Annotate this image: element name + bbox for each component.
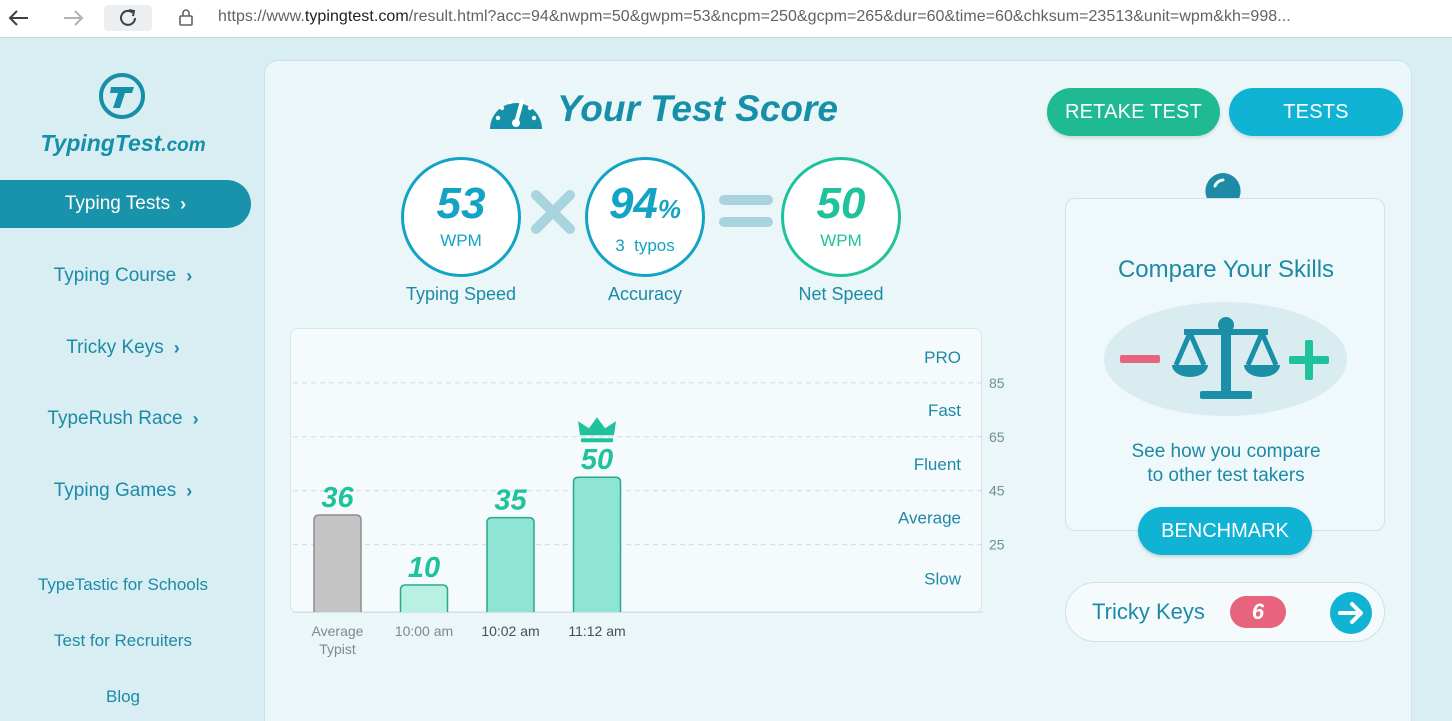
accuracy-label: Accuracy: [607, 284, 683, 304]
tricky-keys-card[interactable]: Tricky Keys 6: [1065, 582, 1385, 642]
x-tick-label: Average: [312, 623, 364, 639]
url-host: typingtest.com: [304, 8, 409, 25]
accuracy-circle: 94% 3 typos: [585, 157, 705, 277]
chart-bar: [313, 514, 362, 612]
compare-skills-card: Compare Your Skills See how you compare …: [1065, 198, 1385, 531]
y-tick-label: 25: [989, 537, 1005, 553]
compare-title: Compare Your Skills: [1117, 256, 1335, 283]
typing-speed-label: Typing Speed: [405, 284, 517, 304]
browser-toolbar: https://www.typingtest.com/result.html?a…: [0, 0, 1452, 38]
sidebar-item-label: TypeRush Race: [47, 408, 183, 429]
results-card: Your Test Score RETAKE TEST TESTS 53 WPM…: [264, 60, 1412, 721]
net-speed-label: Net Speed: [798, 284, 884, 304]
back-button[interactable]: [4, 5, 34, 31]
link-typetastic-schools[interactable]: TypeTastic for Schools: [0, 575, 246, 595]
sidebar-item-tricky-keys[interactable]: Tricky Keys ›: [0, 324, 246, 372]
typo-count: 3 typos: [615, 236, 675, 255]
sidebar-item-label: Typing Tests: [64, 193, 171, 214]
arrow-right-icon[interactable]: [1329, 591, 1373, 635]
link-blog[interactable]: Blog: [0, 687, 246, 707]
retake-test-button[interactable]: RETAKE TEST: [1047, 88, 1220, 136]
net-speed-unit: WPM: [820, 231, 862, 250]
level-label: Slow: [924, 569, 962, 588]
x-tick-label: 10:02 am: [481, 623, 539, 639]
level-label: Average: [898, 509, 961, 528]
bar-value-label: 50: [581, 444, 613, 476]
typing-speed-value: 53: [436, 179, 486, 228]
reload-icon: [120, 9, 136, 26]
chevron-right-icon: ›: [186, 265, 193, 286]
typing-speed-unit: WPM: [440, 231, 482, 250]
compare-description: See how you compare to other test takers: [1131, 441, 1321, 486]
url-text[interactable]: https://www.typingtest.com/result.html?a…: [218, 8, 1438, 26]
times-icon: [531, 190, 575, 234]
y-tick-label: 85: [989, 375, 1005, 391]
y-tick-label: 65: [989, 429, 1005, 445]
url-rest: /result.html?acc=94&nwpm=50&gwpm=53&ncpm…: [408, 8, 1291, 25]
tricky-keys-label: Tricky Keys: [1092, 599, 1205, 624]
bar-value-label: 35: [494, 485, 527, 517]
sidebar-item-typing-course[interactable]: Typing Course ›: [0, 252, 246, 300]
gauge-icon: [490, 99, 542, 129]
sidebar-item-label: Tricky Keys: [66, 337, 164, 358]
net-speed-value: 50: [816, 179, 866, 228]
speed-history-chart: 25 45 65 85 PRO Fast Fluent Average Slow 36 Averag…: [290, 328, 1005, 657]
tricky-keys-count-badge: 6: [1230, 596, 1286, 628]
x-tick-label: 10:00 am: [395, 623, 453, 639]
level-label: Fluent: [914, 455, 962, 474]
url-prefix: https://www.: [218, 8, 305, 25]
forward-arrow-icon: [64, 10, 84, 26]
scale-icon: [1172, 317, 1280, 399]
logo-icon[interactable]: [98, 72, 146, 120]
equals-icon: [719, 195, 773, 227]
sidebar-item-typing-games[interactable]: Typing Games ›: [0, 467, 246, 515]
crown-icon: [578, 417, 616, 436]
sidebar-item-label: Typing Games: [53, 480, 177, 501]
page-title-text: Your Test Score: [557, 88, 839, 129]
chevron-right-icon: ›: [180, 193, 187, 214]
chart-bar: [572, 476, 622, 612]
level-label: Fast: [928, 401, 961, 420]
lock-icon: [176, 7, 196, 27]
benchmark-button[interactable]: BENCHMARK: [1138, 507, 1312, 555]
back-arrow-icon: [8, 10, 28, 26]
forward-button[interactable]: [58, 5, 88, 31]
reload-button[interactable]: [104, 5, 152, 31]
bar-value-label: 10: [408, 552, 440, 584]
crown-icon-base: [581, 438, 613, 443]
net-speed-circle: 50 WPM: [781, 157, 901, 277]
typing-speed-circle: 53 WPM: [401, 157, 521, 277]
tests-button[interactable]: TESTS: [1229, 88, 1403, 136]
chevron-right-icon: ›: [173, 337, 180, 358]
chevron-right-icon: ›: [192, 408, 199, 429]
plus-icon: [1289, 340, 1329, 380]
address-bar[interactable]: https://www.typingtest.com/result.html?a…: [162, 2, 1452, 32]
chart-bar: [486, 516, 535, 612]
sidebar-item-label: Typing Course: [53, 265, 177, 286]
accuracy-value: 94%: [608, 179, 682, 228]
page-title: Your Test Score: [487, 85, 838, 133]
chart-svg: 25 45 65 85 PRO Fast Fluent Average Slow 36 Averag…: [293, 348, 1005, 657]
x-tick-label: Typist: [319, 641, 356, 657]
level-label: PRO: [924, 348, 961, 367]
minus-icon: [1120, 355, 1160, 363]
chart-bar: [399, 584, 449, 612]
link-test-recruiters[interactable]: Test for Recruiters: [0, 631, 246, 651]
x-tick-label: 11:12 am: [568, 623, 625, 639]
sidebar: TypingTest.com Typing Tests › Typing Cour…: [0, 40, 256, 721]
chevron-right-icon: ›: [186, 480, 193, 501]
sidebar-item-typing-tests[interactable]: Typing Tests ›: [0, 180, 251, 228]
sidebar-item-typerush-race[interactable]: TypeRush Race ›: [0, 395, 246, 443]
logo-text[interactable]: TypingTest.com: [0, 130, 246, 157]
bar-value-label: 36: [321, 482, 354, 514]
y-tick-label: 45: [989, 483, 1005, 499]
